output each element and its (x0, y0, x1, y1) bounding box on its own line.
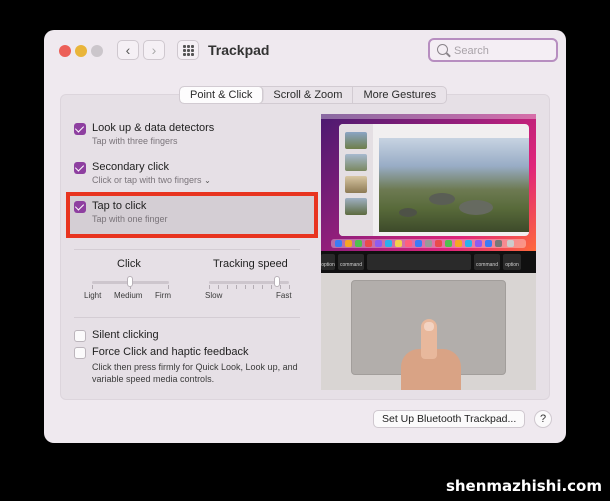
tab-more-gestures[interactable]: More Gestures (353, 87, 446, 103)
slider-tick (245, 285, 246, 289)
slider-tick (289, 285, 290, 289)
checkbox-checked-icon[interactable] (74, 123, 86, 135)
preview-screen (321, 114, 536, 251)
trackpad-window: ‹ › Trackpad Point & Click Scroll & Zoom… (44, 30, 566, 443)
option-desc[interactable]: Click or tap with two fingers ⌄ (92, 175, 211, 185)
tab-bar: Point & Click Scroll & Zoom More Gesture… (179, 86, 448, 104)
titlebar: ‹ › Trackpad (44, 30, 566, 70)
key-command-right: command (474, 254, 500, 270)
slider-label-fast: Fast (276, 291, 292, 300)
key-command-left: command (338, 254, 364, 270)
close-window-button[interactable] (59, 45, 71, 57)
checkbox-checked-icon[interactable] (74, 162, 86, 174)
dock-preview (331, 239, 526, 248)
option-desc: Tap with three fingers (92, 136, 178, 146)
photos-window-preview (339, 124, 529, 236)
watermark: shenmazhishi.com (445, 477, 602, 495)
search-icon (437, 44, 448, 55)
back-chevron-icon[interactable]: ‹ (117, 40, 139, 60)
divider (74, 249, 300, 250)
tracking-speed-title: Tracking speed (213, 258, 288, 270)
slider-label-light: Light (84, 291, 102, 300)
slider-tick (253, 285, 254, 289)
grid-icon[interactable] (177, 40, 199, 60)
keyboard-preview: option command command option (321, 251, 536, 273)
zoom-window-button[interactable] (91, 45, 103, 57)
slider-tick (271, 285, 272, 289)
slider-tick (218, 285, 219, 289)
forward-chevron-icon[interactable]: › (143, 40, 165, 60)
option-label: Tap to click (92, 200, 147, 212)
tab-point-and-click[interactable]: Point & Click (180, 87, 264, 103)
gesture-preview-video: option command command option (321, 114, 536, 390)
landscape-photo (379, 138, 529, 232)
tracking-slider-knob[interactable] (274, 276, 280, 287)
search-input[interactable] (454, 43, 552, 59)
finger-tap-illustration (401, 319, 461, 390)
slider-label-medium: Medium (114, 291, 143, 300)
tab-scroll-and-zoom[interactable]: Scroll & Zoom (263, 87, 354, 103)
click-slider-title: Click (117, 258, 141, 270)
option-desc: Tap with one finger (92, 214, 168, 224)
secondary-click-desc: Click or tap with two fingers (92, 175, 202, 185)
slider-tick (280, 285, 281, 289)
slider-tick (227, 285, 228, 289)
window-title: Trackpad (208, 42, 270, 58)
option-label: Silent clicking (92, 329, 159, 341)
help-button[interactable]: ? (534, 410, 552, 428)
search-field[interactable] (428, 38, 558, 62)
slider-label-slow: Slow (205, 291, 223, 300)
slider-label-firm: Firm (155, 291, 171, 300)
option-label: Force Click and haptic feedback (92, 346, 249, 358)
key-option-left: option (321, 254, 335, 270)
minimize-window-button[interactable] (75, 45, 87, 57)
key-space (367, 254, 471, 270)
click-slider-knob[interactable] (127, 276, 133, 287)
option-label: Secondary click (92, 161, 170, 173)
slider-tick (209, 285, 210, 289)
slider-tick (236, 285, 237, 289)
chevron-down-icon[interactable]: ⌄ (204, 176, 211, 185)
slider-tick (262, 285, 263, 289)
key-option-right: option (503, 254, 521, 270)
force-click-description: Click then press firmly for Quick Look, … (92, 362, 298, 384)
option-label: Look up & data detectors (92, 122, 215, 134)
checkbox-checked-icon[interactable] (74, 201, 86, 213)
set-up-bluetooth-trackpad-button[interactable]: Set Up Bluetooth Trackpad... (373, 410, 526, 428)
checkbox-unchecked-icon[interactable] (74, 347, 86, 359)
divider (74, 317, 300, 318)
checkbox-unchecked-icon[interactable] (74, 330, 86, 342)
